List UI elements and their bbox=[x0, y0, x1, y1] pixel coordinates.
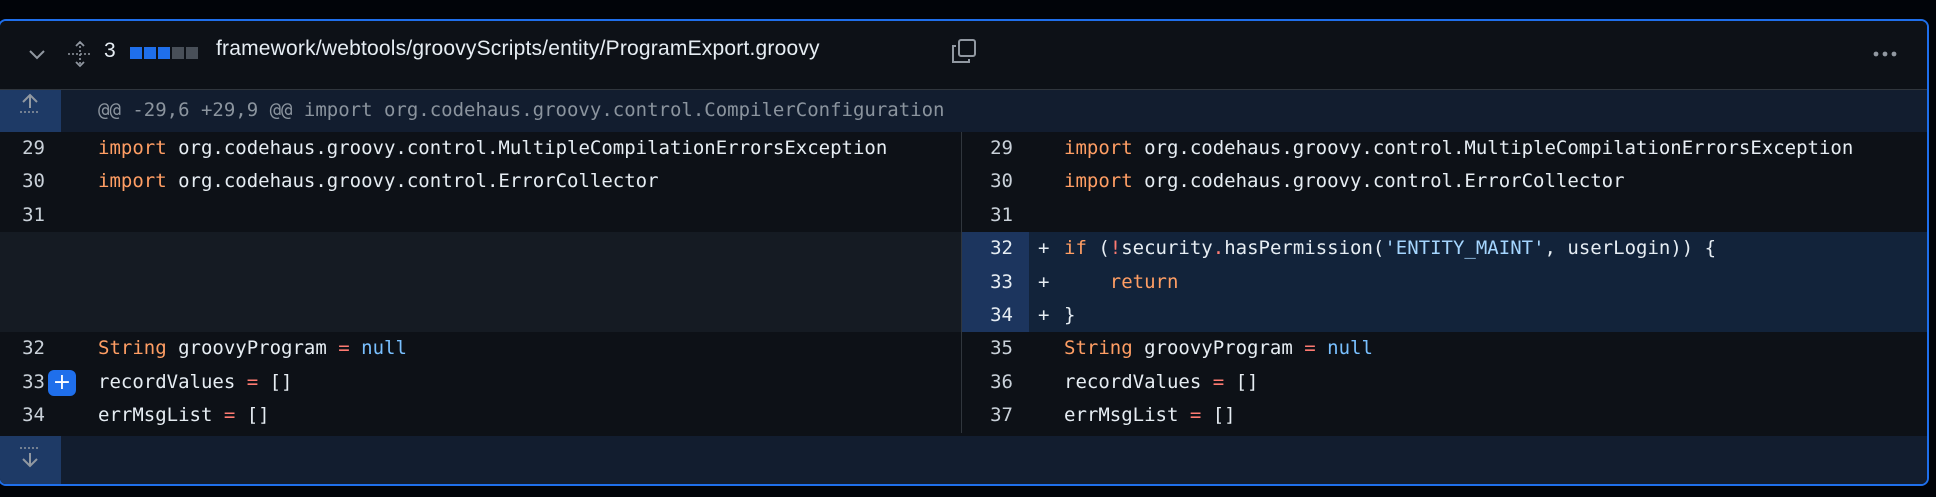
line-number[interactable]: 34 bbox=[962, 298, 1029, 333]
diffstat bbox=[130, 47, 198, 59]
diff-right-cell: 29 import org.codehaus.groovy.control.Mu… bbox=[962, 132, 1927, 165]
line-number[interactable]: 31 bbox=[0, 199, 63, 232]
diffstat-block bbox=[130, 47, 142, 59]
line-number[interactable]: 32 bbox=[962, 232, 1029, 266]
hunk-header-row: @@ -29,6 +29,9 @@ import org.codehaus.gr… bbox=[0, 90, 1927, 132]
line-number[interactable]: 35 bbox=[962, 332, 1029, 365]
file-header: 3 framework/webtools/groovyScripts/entit… bbox=[0, 21, 1927, 90]
chevron-down-icon[interactable] bbox=[26, 43, 48, 65]
move-icon[interactable] bbox=[66, 40, 94, 68]
diff-right-cell: 30 import org.codehaus.groovy.control.Er… bbox=[962, 165, 1927, 198]
addition-marker: + bbox=[1038, 237, 1050, 260]
diff-left-cell: 32 String groovyProgram = null bbox=[0, 332, 962, 366]
diff-row: 31 31 bbox=[0, 198, 1927, 233]
code-line: String groovyProgram = null bbox=[98, 337, 407, 360]
changes-count: 3 bbox=[104, 39, 116, 62]
expand-down-button[interactable] bbox=[0, 436, 61, 484]
expand-up-icon bbox=[20, 93, 40, 113]
diffstat-block bbox=[186, 47, 198, 59]
diff-row: 29 import org.codehaus.groovy.control.Mu… bbox=[0, 132, 1927, 166]
diff-right-cell: 37 errMsgList = [] bbox=[962, 399, 1927, 432]
line-number[interactable]: 33 bbox=[962, 265, 1029, 299]
hunk-header: @@ -29,6 +29,9 @@ import org.codehaus.gr… bbox=[98, 99, 945, 121]
diff-right-cell: 31 bbox=[962, 199, 1927, 232]
line-number[interactable]: 32 bbox=[0, 332, 63, 365]
diff-right-added-cell: 32 + if (!security.hasPermission('ENTITY… bbox=[962, 232, 1927, 266]
diff-left-cell: 34 errMsgList = [] bbox=[0, 399, 962, 433]
diff-file: 3 framework/webtools/groovyScripts/entit… bbox=[0, 19, 1929, 486]
line-number[interactable]: 30 bbox=[0, 165, 63, 198]
diff-left-cell: 33 + recordValues = [] bbox=[0, 365, 962, 400]
diff-left-empty-cell bbox=[0, 298, 962, 333]
addition-marker: + bbox=[1038, 270, 1050, 293]
line-number[interactable]: 30 bbox=[962, 165, 1029, 198]
expand-footer-row bbox=[0, 436, 1927, 484]
code-line: } bbox=[1064, 303, 1076, 326]
copy-icon[interactable] bbox=[950, 37, 978, 65]
line-number[interactable]: 34 bbox=[0, 399, 63, 432]
line-number[interactable]: 31 bbox=[962, 199, 1029, 232]
diff-left-cell: 31 bbox=[0, 198, 962, 233]
diff-rows: 29 import org.codehaus.groovy.control.Mu… bbox=[0, 132, 1927, 433]
code-line: import org.codehaus.groovy.control.Multi… bbox=[1064, 137, 1854, 159]
diff-row-added: 33 + return bbox=[0, 265, 1927, 299]
diffstat-block bbox=[144, 47, 156, 59]
diff-left-cell: 29 import org.codehaus.groovy.control.Mu… bbox=[0, 132, 962, 166]
code-line: import org.codehaus.groovy.control.Error… bbox=[1064, 170, 1625, 193]
file-path-link[interactable]: framework/webtools/groovyScripts/entity/… bbox=[216, 37, 820, 61]
line-number[interactable]: 37 bbox=[962, 399, 1029, 432]
code-line: errMsgList = [] bbox=[98, 404, 270, 427]
diff-left-empty-cell bbox=[0, 265, 962, 299]
code-line: import org.codehaus.groovy.control.Multi… bbox=[98, 137, 888, 159]
diff-row-added: 34 + } bbox=[0, 298, 1927, 333]
line-number[interactable]: 36 bbox=[962, 366, 1029, 399]
diff-left-cell: 30 import org.codehaus.groovy.control.Er… bbox=[0, 165, 962, 199]
add-comment-button[interactable]: + bbox=[48, 369, 76, 396]
code-line: if (!security.hasPermission('ENTITY_MAIN… bbox=[1064, 237, 1717, 260]
code-line: return bbox=[1109, 270, 1179, 293]
plus-icon: + bbox=[52, 369, 72, 395]
code-line: errMsgList = [] bbox=[1064, 404, 1236, 427]
diff-right-cell: 36 recordValues = [] bbox=[962, 366, 1927, 399]
diff-row: 30 import org.codehaus.groovy.control.Er… bbox=[0, 165, 1927, 199]
diff-right-cell: 35 String groovyProgram = null bbox=[962, 332, 1927, 365]
expand-up-button[interactable] bbox=[0, 90, 61, 132]
code-line: String groovyProgram = null bbox=[1064, 337, 1373, 360]
diff-right-added-cell: 34 + } bbox=[962, 298, 1927, 333]
diff-row: 33 + recordValues = [] 36 recordValues =… bbox=[0, 365, 1927, 400]
addition-marker: + bbox=[1038, 303, 1050, 326]
code-line: recordValues = [] bbox=[1064, 370, 1259, 393]
diff-row-added: 32 + if (!security.hasPermission('ENTITY… bbox=[0, 232, 1927, 266]
diff-row: 34 errMsgList = [] 37 errMsgList = [] bbox=[0, 399, 1927, 433]
diffstat-block bbox=[158, 47, 170, 59]
code-line: recordValues = [] bbox=[98, 370, 293, 393]
expand-down-icon bbox=[20, 447, 40, 468]
diff-left-empty-cell bbox=[0, 232, 962, 266]
line-number[interactable]: 29 bbox=[962, 132, 1029, 165]
diff-row: 32 String groovyProgram = null 35 String… bbox=[0, 332, 1927, 366]
diffstat-block bbox=[172, 47, 184, 59]
code-line: import org.codehaus.groovy.control.Error… bbox=[98, 170, 659, 193]
line-number[interactable]: 29 bbox=[0, 132, 63, 165]
kebab-icon[interactable] bbox=[1870, 41, 1900, 67]
diff-right-added-cell: 33 + return bbox=[962, 265, 1927, 299]
